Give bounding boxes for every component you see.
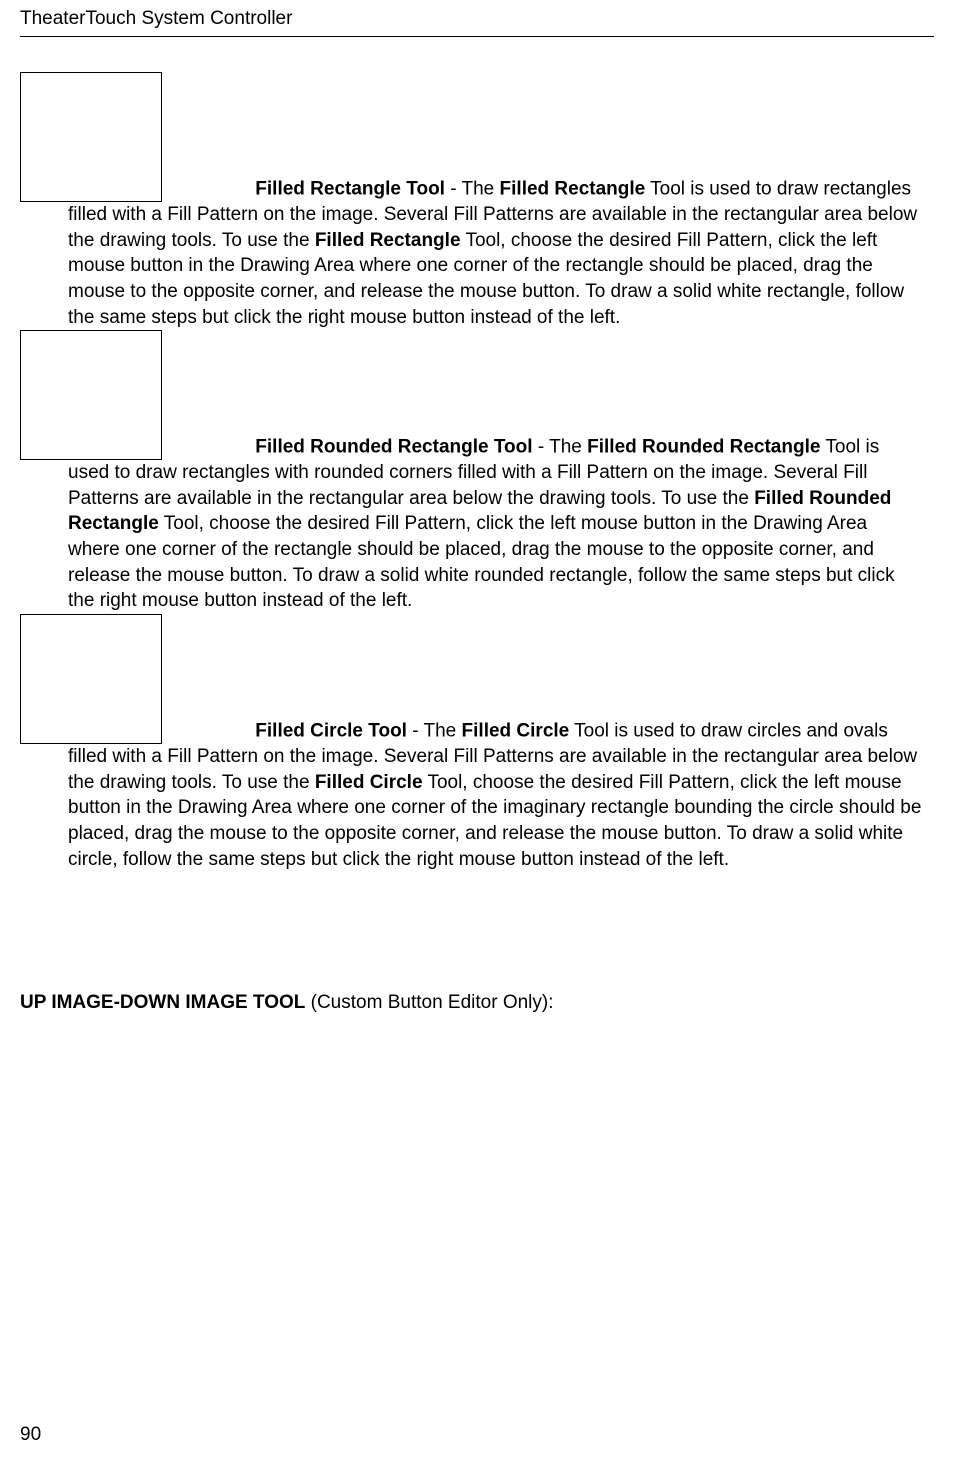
text: The: [549, 437, 587, 458]
tool-paragraph: Filled Circle Tool - The Filled Circle T…: [68, 614, 924, 872]
header-title: TheaterTouch System Controller: [20, 8, 292, 29]
page-number: 90: [20, 1424, 41, 1446]
text: The: [462, 178, 500, 199]
tool-section: Filled Circle Tool - The Filled Circle T…: [20, 614, 934, 872]
bold-term: Filled Rounded Rectangle: [587, 437, 820, 458]
filled-rectangle-icon: [20, 72, 162, 202]
bold-term: Filled Rectangle: [315, 230, 461, 251]
bold-term: Filled Circle: [462, 720, 570, 741]
icon-wrap: [20, 72, 255, 202]
tool-name: Filled Circle Tool: [255, 720, 407, 741]
tool-name: Filled Rectangle Tool: [255, 178, 445, 199]
tool-paragraph: Filled Rectangle Tool - The Filled Recta…: [68, 72, 924, 330]
text: Tool, choose the desired Fill Pattern, c…: [68, 513, 895, 611]
tool-section: Filled Rounded Rectangle Tool - The Fill…: [20, 330, 934, 614]
icon-wrap: [20, 614, 255, 744]
sub-heading-rest: (Custom Button Editor Only):: [305, 992, 553, 1013]
bold-term: Filled Circle: [315, 772, 423, 793]
text: -: [533, 437, 550, 458]
filled-rounded-rectangle-icon: [20, 330, 162, 460]
page-content: Filled Rectangle Tool - The Filled Recta…: [20, 37, 934, 1014]
text: -: [445, 178, 462, 199]
icon-wrap: [20, 330, 255, 460]
sub-heading: UP IMAGE-DOWN IMAGE TOOL (Custom Button …: [20, 992, 934, 1014]
sub-heading-bold: UP IMAGE-DOWN IMAGE TOOL: [20, 992, 305, 1013]
bold-term: Filled Rectangle: [500, 178, 646, 199]
text: The: [424, 720, 462, 741]
page-header: TheaterTouch System Controller: [20, 0, 934, 37]
tool-name: Filled Rounded Rectangle Tool: [255, 437, 532, 458]
text: -: [407, 720, 424, 741]
tool-paragraph: Filled Rounded Rectangle Tool - The Fill…: [68, 330, 924, 614]
filled-circle-icon: [20, 614, 162, 744]
tool-section: Filled Rectangle Tool - The Filled Recta…: [20, 72, 934, 330]
